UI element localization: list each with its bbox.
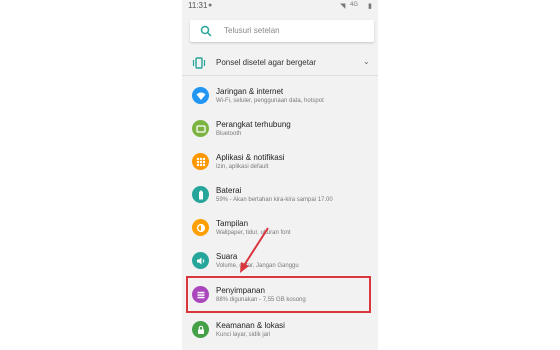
setting-title: Keamanan & lokasi — [216, 321, 285, 330]
setting-subtitle: Wi-Fi, seluler, penggunaan data, hotspot — [216, 98, 324, 104]
setting-title: Jaringan & internet — [216, 87, 284, 96]
setting-security[interactable]: Keamanan & lokasi Kunci layar, sidik jar… — [182, 314, 378, 346]
setting-subtitle: Kunci layar, sidik jari — [216, 332, 271, 338]
lock-icon — [192, 321, 209, 338]
status-bar: 11:31 ● ◥ 4G ▮ — [182, 0, 378, 12]
setting-subtitle: Bluetooth — [216, 131, 242, 137]
setting-battery[interactable]: Baterai 59% - Akan bertahan kira-kira sa… — [182, 179, 378, 211]
battery-icon — [192, 186, 209, 203]
setting-title: Tampilan — [216, 219, 249, 228]
status-time: 11:31 — [188, 1, 208, 10]
setting-connected-devices[interactable]: Perangkat terhubung Bluetooth — [182, 113, 378, 145]
setting-title: Suara — [216, 252, 238, 261]
setting-subtitle: 59% - Akan bertahan kira-kira sampai 17.… — [216, 197, 333, 203]
setting-subtitle: Izin, aplikasi default — [216, 164, 269, 170]
setting-sound[interactable]: Suara Volume, getar, Jangan Ganggu — [182, 245, 378, 277]
setting-subtitle: Volume, getar, Jangan Ganggu — [216, 263, 299, 269]
notification-icon: ● — [208, 2, 213, 9]
network-type: 4G — [350, 2, 359, 8]
setting-title: Baterai — [216, 186, 242, 195]
search-bar[interactable]: Telusuri setelan — [190, 20, 374, 42]
wifi-icon — [192, 87, 209, 104]
storage-highlight-box — [186, 276, 371, 313]
devices-icon — [192, 120, 209, 137]
signal-icon: ◥ — [340, 3, 346, 10]
search-placeholder: Telusuri setelan — [224, 26, 280, 35]
vibrate-icon — [192, 57, 206, 69]
setting-network[interactable]: Jaringan & internet Wi-Fi, seluler, peng… — [182, 80, 378, 112]
apps-icon — [192, 153, 209, 170]
display-icon — [192, 219, 209, 236]
setting-subtitle: Wallpaper, tidur, ukuran font — [216, 230, 291, 236]
banner-text: Ponsel disetel agar bergetar — [216, 58, 317, 67]
search-icon — [200, 25, 212, 37]
setting-display[interactable]: Tampilan Wallpaper, tidur, ukuran font — [182, 212, 378, 244]
vibrate-banner[interactable]: Ponsel disetel agar bergetar ⌄ — [182, 50, 378, 76]
setting-apps[interactable]: Aplikasi & notifikasi Izin, aplikasi def… — [182, 146, 378, 178]
chevron-down-icon[interactable]: ⌄ — [363, 57, 370, 66]
battery-status-icon: ▮ — [368, 3, 372, 10]
setting-title: Aplikasi & notifikasi — [216, 153, 285, 162]
sound-icon — [192, 252, 209, 269]
setting-title: Perangkat terhubung — [216, 120, 291, 129]
